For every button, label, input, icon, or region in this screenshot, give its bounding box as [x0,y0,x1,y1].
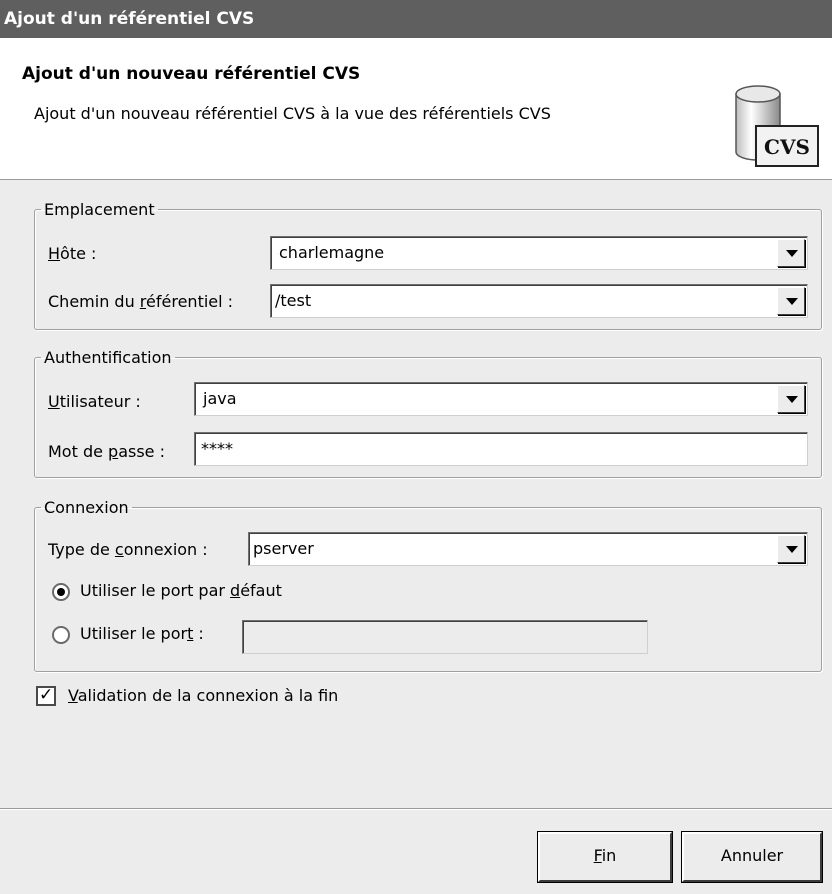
validate-connection-checkbox[interactable]: ✓ [36,685,56,706]
cvs-repository-icon: CVS [735,85,819,167]
connection-legend: Connexion [44,498,129,517]
connection-type-combo[interactable]: pserver [248,532,808,566]
wizard-header: Ajout d'un nouveau référentiel CVS Ajout… [0,38,832,180]
host-label: Hôte : [48,244,97,263]
validate-connection-label[interactable]: Validation de la connexion à la fin [68,686,338,705]
user-label: Utilisateur : [48,392,141,411]
page-title: Ajout d'un nouveau référentiel CVS [22,64,361,84]
cancel-button[interactable]: Annuler [681,831,823,883]
repository-path-dropdown-button[interactable] [777,287,805,315]
window-title: Ajout d'un référentiel CVS [4,9,255,29]
user-value: java [203,389,237,408]
custom-port-field[interactable] [242,620,648,654]
password-value: **** [201,439,233,458]
repository-path-combo[interactable]: /test [270,284,808,318]
repository-path-label: Chemin du référentiel : [48,292,234,311]
repository-path-value: /test [275,291,312,310]
location-legend: Emplacement [44,200,155,219]
default-port-radio[interactable] [52,583,70,601]
password-field[interactable]: **** [194,432,808,466]
default-port-label[interactable]: Utiliser le port par défaut [80,581,282,600]
connection-type-label: Type de connexion : [48,540,208,559]
wizard-body: Emplacement Hôte : charlemagne Chemin du… [0,180,832,808]
user-combo[interactable]: java [194,382,808,416]
user-dropdown-button[interactable] [777,385,805,413]
password-label: Mot de passe : [48,442,165,461]
connection-type-value: pserver [253,539,314,558]
connection-type-dropdown-button[interactable] [777,535,805,563]
custom-port-radio[interactable] [52,626,70,644]
host-dropdown-button[interactable] [777,239,805,267]
wizard-footer: Fin Annuler [0,810,832,894]
finish-button[interactable]: Fin [537,831,673,883]
cvs-icon-label: CVS [764,135,810,159]
checkmark-icon: ✓ [39,685,54,705]
window-title-bar[interactable]: Ajout d'un référentiel CVS [0,0,832,38]
host-value: charlemagne [279,243,385,262]
page-description: Ajout d'un nouveau référentiel CVS à la … [34,104,551,123]
host-combo[interactable]: charlemagne [270,236,808,270]
custom-port-label[interactable]: Utiliser le port : [80,624,204,643]
authentication-legend: Authentification [44,348,172,367]
